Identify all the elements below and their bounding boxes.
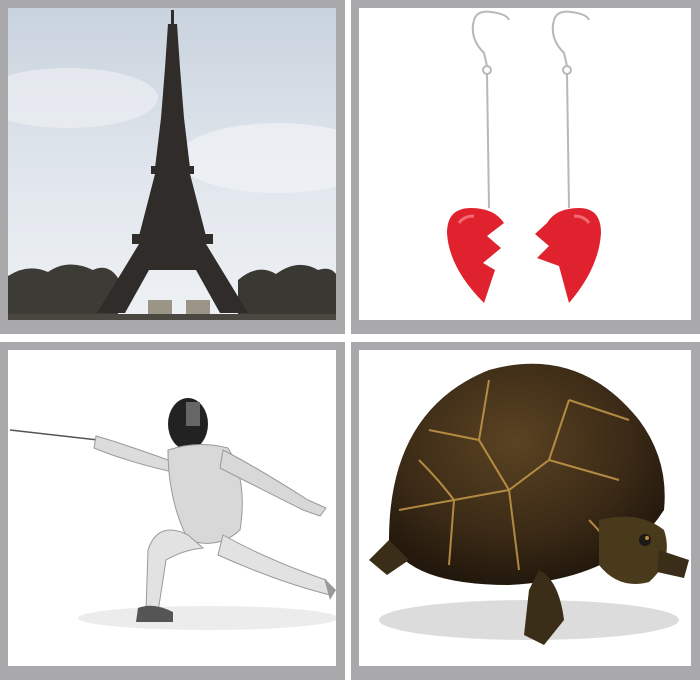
earrings-image xyxy=(359,8,691,320)
eiffel-tower-image xyxy=(8,8,336,320)
picture-tile-earrings[interactable] xyxy=(351,0,700,334)
picture-tile-eiffel-tower[interactable] xyxy=(0,0,345,334)
picture-tile-turtle[interactable] xyxy=(351,342,700,680)
picture-tile-fencer[interactable] xyxy=(0,342,345,680)
picture-grid xyxy=(0,0,700,680)
turtle-image xyxy=(359,350,691,666)
fencer-image xyxy=(8,350,336,666)
